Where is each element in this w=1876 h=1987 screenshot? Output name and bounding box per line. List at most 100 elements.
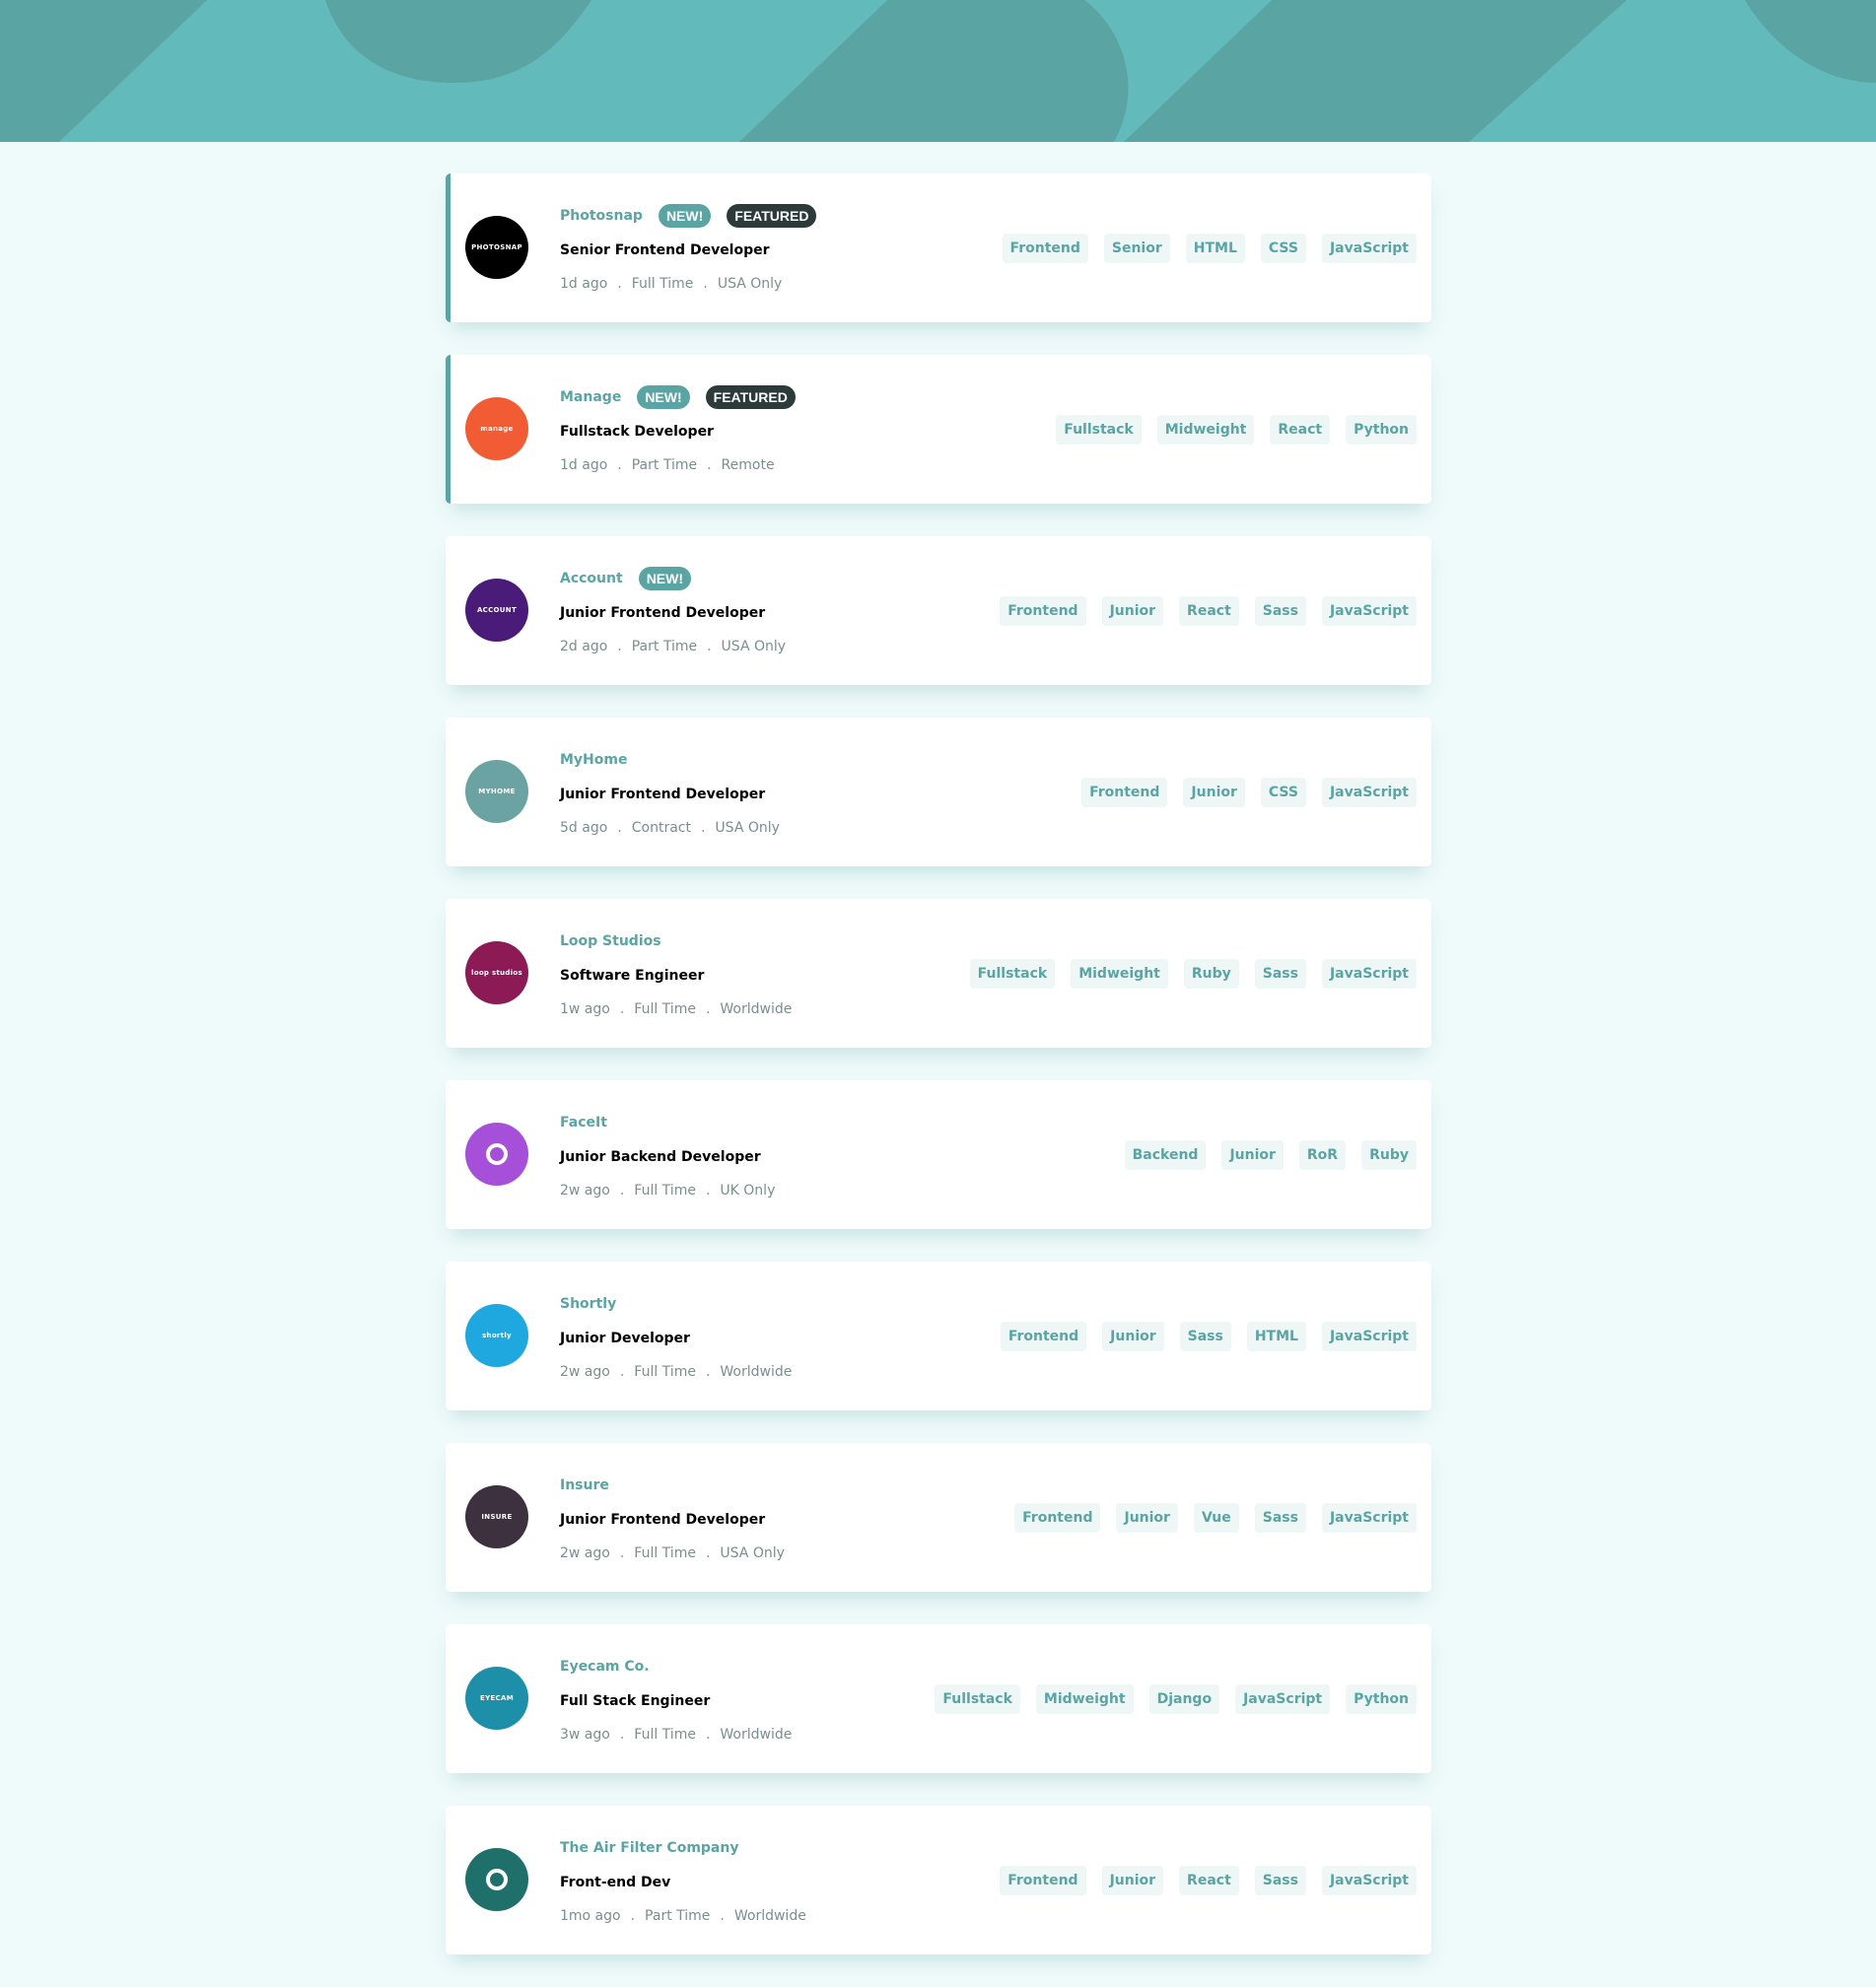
filter-tag[interactable]: Frontend (1002, 233, 1088, 263)
company-logo: shortly (465, 1304, 528, 1367)
job-location: Worldwide (733, 1908, 806, 1924)
job-position[interactable]: Fullstack Developer (560, 424, 811, 440)
company-name[interactable]: Loop Studios (560, 933, 661, 949)
filter-tag[interactable]: CSS (1260, 777, 1306, 807)
meta-separator: . (707, 457, 712, 473)
filter-tag[interactable]: JavaScript (1235, 1683, 1331, 1714)
filter-tag[interactable]: JavaScript (1321, 233, 1417, 263)
job-card[interactable]: manage Manage NEW! FEATURED Fullstack Develo… (446, 355, 1431, 504)
featured-badge: FEATURED (705, 385, 796, 409)
filter-tag[interactable]: Python (1346, 414, 1417, 445)
filter-tag[interactable]: Sass (1254, 958, 1306, 989)
filter-tag[interactable]: Sass (1254, 1865, 1306, 1895)
posted-at: 1d ago (560, 457, 608, 473)
filter-tag[interactable]: Junior (1101, 1865, 1164, 1895)
filter-tag[interactable]: Fullstack (969, 958, 1056, 989)
job-card[interactable]: The Air Filter Company Front-end Dev 1mo a… (446, 1806, 1431, 1954)
filter-tag[interactable]: Frontend (1000, 1865, 1086, 1895)
company-name[interactable]: Insure (560, 1477, 609, 1493)
filter-tag[interactable]: Junior (1183, 777, 1245, 807)
company-name[interactable]: The Air Filter Company (560, 1840, 738, 1856)
job-info: Loop Studios Software Engineer 1w ago. Full… (560, 928, 792, 1017)
filter-tag[interactable]: Python (1346, 1683, 1417, 1714)
filter-tag[interactable]: HTML (1185, 233, 1245, 263)
posted-at: 2w ago (560, 1545, 610, 1561)
job-card[interactable]: shortly Shortly Junior Developer 2w ago. Ful… (446, 1262, 1431, 1410)
meta-separator: . (619, 1727, 625, 1743)
filter-tag[interactable]: Frontend (1014, 1502, 1101, 1533)
filter-tag[interactable]: Midweight (1035, 1683, 1134, 1714)
filter-tag[interactable]: RoR (1298, 1139, 1347, 1170)
job-list: PHOTOSNAP Photosnap NEW! FEATURED Senior Fro… (446, 173, 1431, 1987)
filter-tag[interactable]: JavaScript (1321, 595, 1417, 626)
header-banner (0, 0, 1876, 142)
filter-tag[interactable]: Senior (1103, 233, 1170, 263)
filter-tag[interactable]: JavaScript (1321, 958, 1417, 989)
filter-tag[interactable]: React (1179, 1865, 1239, 1895)
company-logo: EYECAM (465, 1667, 528, 1730)
company-name[interactable]: Photosnap (560, 208, 643, 224)
company-name[interactable]: FaceIt (560, 1115, 607, 1131)
job-position[interactable]: Junior Frontend Developer (560, 787, 780, 802)
meta-separator: . (705, 1545, 711, 1561)
filter-tag[interactable]: CSS (1260, 233, 1306, 263)
job-position[interactable]: Senior Frontend Developer (560, 242, 832, 258)
filter-tag[interactable]: React (1270, 414, 1331, 445)
filter-tag[interactable]: Backend (1124, 1139, 1207, 1170)
job-position[interactable]: Junior Frontend Developer (560, 605, 786, 621)
filter-tag[interactable]: JavaScript (1321, 1321, 1417, 1351)
job-card[interactable]: MYHOME MyHome Junior Frontend Developer 5d … (446, 718, 1431, 866)
company-name[interactable]: Manage (560, 389, 621, 405)
filter-tag[interactable]: Vue (1193, 1502, 1239, 1533)
company-logo (465, 1848, 528, 1911)
filter-tag[interactable]: Fullstack (935, 1683, 1020, 1714)
company-name[interactable]: Shortly (560, 1296, 616, 1312)
filter-tag[interactable]: Ruby (1361, 1139, 1417, 1170)
filter-tag[interactable]: Ruby (1183, 958, 1239, 989)
filter-tag[interactable]: Sass (1254, 1502, 1306, 1533)
filter-tag[interactable]: React (1179, 595, 1239, 626)
contract-type: Part Time (631, 639, 698, 654)
job-position[interactable]: Full Stack Engineer (560, 1693, 792, 1709)
company-logo: MYHOME (465, 760, 528, 823)
job-position[interactable]: Junior Developer (560, 1331, 792, 1346)
job-card[interactable]: PHOTOSNAP Photosnap NEW! FEATURED Senior Fro… (446, 173, 1431, 322)
job-info: Eyecam Co. Full Stack Engineer 3w ago. Full… (560, 1654, 792, 1743)
filter-tag[interactable]: Junior (1102, 1321, 1164, 1351)
company-name[interactable]: Account (560, 571, 623, 586)
job-info: Insure Junior Frontend Developer 2w ago. Fu… (560, 1473, 785, 1561)
meta-separator: . (720, 1908, 725, 1924)
job-card[interactable]: INSURE Insure Junior Frontend Developer 2w … (446, 1443, 1431, 1592)
filter-tag[interactable]: Frontend (1000, 595, 1086, 626)
job-card[interactable]: loop studios Loop Studios Software Enginee… (446, 899, 1431, 1048)
filter-tag[interactable]: Junior (1101, 595, 1164, 626)
filter-tag[interactable]: HTML (1246, 1321, 1306, 1351)
filter-tag[interactable]: Midweight (1156, 414, 1255, 445)
filter-tag[interactable]: JavaScript (1321, 777, 1417, 807)
filter-tag[interactable]: Junior (1221, 1139, 1284, 1170)
filter-tag[interactable]: Sass (1254, 595, 1306, 626)
tag-list: Frontend Junior CSS JavaScript (1066, 718, 1417, 866)
job-card[interactable]: ACCOUNT Account NEW! Junior Frontend Develo… (446, 536, 1431, 685)
filter-tag[interactable]: Django (1148, 1683, 1220, 1714)
posted-at: 2w ago (560, 1183, 610, 1199)
filter-tag[interactable]: JavaScript (1321, 1502, 1417, 1533)
job-position[interactable]: Front-end Dev (560, 1875, 806, 1890)
posted-at: 1w ago (560, 1001, 610, 1017)
job-position[interactable]: Junior Backend Developer (560, 1149, 775, 1165)
filter-tag[interactable]: Midweight (1071, 958, 1168, 989)
filter-tag[interactable]: JavaScript (1321, 1865, 1417, 1895)
filter-tag[interactable]: Junior (1116, 1502, 1178, 1533)
job-position[interactable]: Software Engineer (560, 968, 792, 984)
company-name[interactable]: MyHome (560, 752, 627, 768)
job-position[interactable]: Junior Frontend Developer (560, 1512, 785, 1528)
filter-tag[interactable]: Frontend (1081, 777, 1168, 807)
new-badge: NEW! (637, 385, 690, 409)
job-card[interactable]: FaceIt Junior Backend Developer 2w ago. Ful… (446, 1080, 1431, 1229)
job-card[interactable]: EYECAM Eyecam Co. Full Stack Engineer 3w ag… (446, 1624, 1431, 1773)
filter-tag[interactable]: Frontend (1000, 1321, 1087, 1351)
filter-tag[interactable]: Sass (1179, 1321, 1231, 1351)
job-meta: 3w ago. Full Time. Worldwide (560, 1727, 792, 1743)
company-name[interactable]: Eyecam Co. (560, 1659, 650, 1675)
filter-tag[interactable]: Fullstack (1056, 414, 1142, 445)
